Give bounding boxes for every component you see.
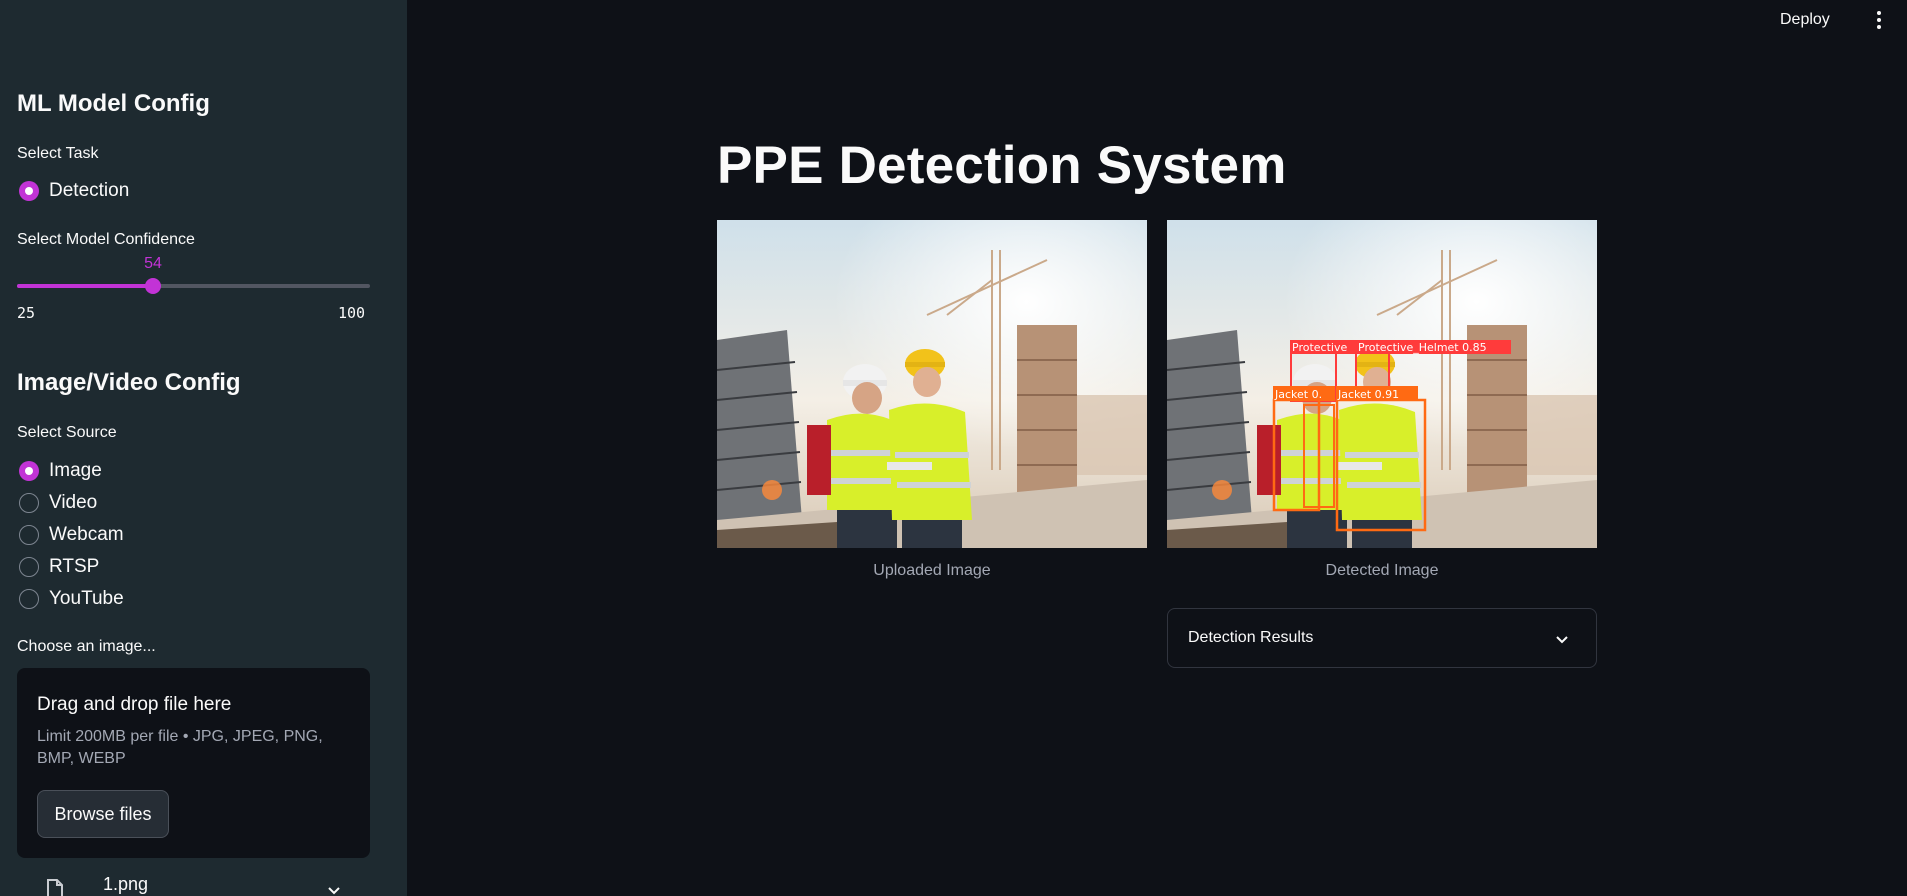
detection-label: Protective_Helmet 0.85 — [1358, 341, 1487, 354]
detected-image: Protective Protective_Helmet 0.85 Jacket… — [1167, 220, 1597, 548]
sidebar: ML Model Config Select Task Detection Se… — [0, 0, 407, 896]
uploaded-file-item: 1.png — [44, 870, 364, 896]
app: ML Model Config Select Task Detection Se… — [0, 0, 1907, 896]
detection-label: Jacket 0. — [1274, 388, 1322, 401]
source-option-image[interactable]: Image — [19, 459, 102, 483]
slider-max: 100 — [338, 304, 366, 322]
file-icon — [47, 879, 63, 896]
radio-selected-icon[interactable] — [19, 181, 39, 201]
uploader-label: Choose an image... — [17, 638, 156, 655]
source-option-label: Webcam — [49, 524, 124, 545]
radio-selected-icon[interactable] — [19, 461, 39, 481]
source-option-video[interactable]: Video — [19, 491, 97, 515]
construction-photo-detected: Protective Protective_Helmet 0.85 Jacket… — [1167, 220, 1597, 548]
dropzone-title: Drag and drop file here — [37, 694, 232, 715]
detection-label: Protective — [1292, 341, 1347, 354]
kebab-menu-icon[interactable] — [1870, 9, 1888, 31]
source-option-label: RTSP — [49, 556, 100, 577]
confidence-label: Select Model Confidence — [17, 231, 195, 248]
browse-files-button[interactable]: Browse files — [37, 790, 169, 838]
detection-label: Jacket 0.91 — [1337, 388, 1399, 401]
file-dropzone[interactable]: Drag and drop file here Limit 200MB per … — [17, 668, 370, 858]
deploy-button[interactable]: Deploy — [1780, 8, 1830, 32]
detected-image-caption: Detected Image — [1325, 562, 1439, 579]
dropzone-hint: Limit 200MB per file • JPG, JPEG, PNG, B… — [37, 728, 323, 767]
file-name: 1.png — [103, 874, 149, 894]
source-option-rtsp[interactable]: RTSP — [19, 555, 99, 579]
confidence-value: 54 — [144, 255, 162, 272]
task-option-label: Detection — [49, 180, 130, 201]
source-config-heading: Image/Video Config — [17, 369, 241, 396]
expander-label: Detection Results — [1188, 629, 1314, 646]
source-option-label: Image — [49, 460, 102, 481]
slider-fill — [17, 284, 154, 288]
confidence-slider[interactable] — [17, 278, 370, 294]
task-option-detection[interactable]: Detection — [19, 179, 129, 203]
construction-photo — [717, 220, 1147, 548]
source-option-label: YouTube — [49, 588, 124, 609]
radio-unselected-icon[interactable] — [19, 525, 39, 545]
detection-results-expander[interactable]: Detection Results — [1167, 608, 1597, 668]
slider-min: 25 — [17, 304, 36, 322]
source-option-webcam[interactable]: Webcam — [19, 523, 124, 547]
model-config-heading: ML Model Config — [17, 90, 210, 117]
uploaded-image-caption: Uploaded Image — [873, 562, 991, 579]
source-option-label: Video — [49, 492, 98, 513]
radio-unselected-icon[interactable] — [19, 589, 39, 609]
page-title: PPE Detection System — [717, 136, 1287, 195]
slider-thumb[interactable] — [145, 278, 162, 294]
source-label: Select Source — [17, 424, 117, 441]
chevron-down-icon[interactable] — [326, 882, 342, 896]
radio-unselected-icon[interactable] — [19, 557, 39, 577]
chevron-down-icon[interactable] — [1554, 631, 1570, 647]
uploaded-image — [717, 220, 1147, 548]
source-option-youtube[interactable]: YouTube — [19, 587, 124, 611]
task-label: Select Task — [17, 145, 99, 162]
radio-unselected-icon[interactable] — [19, 493, 39, 513]
